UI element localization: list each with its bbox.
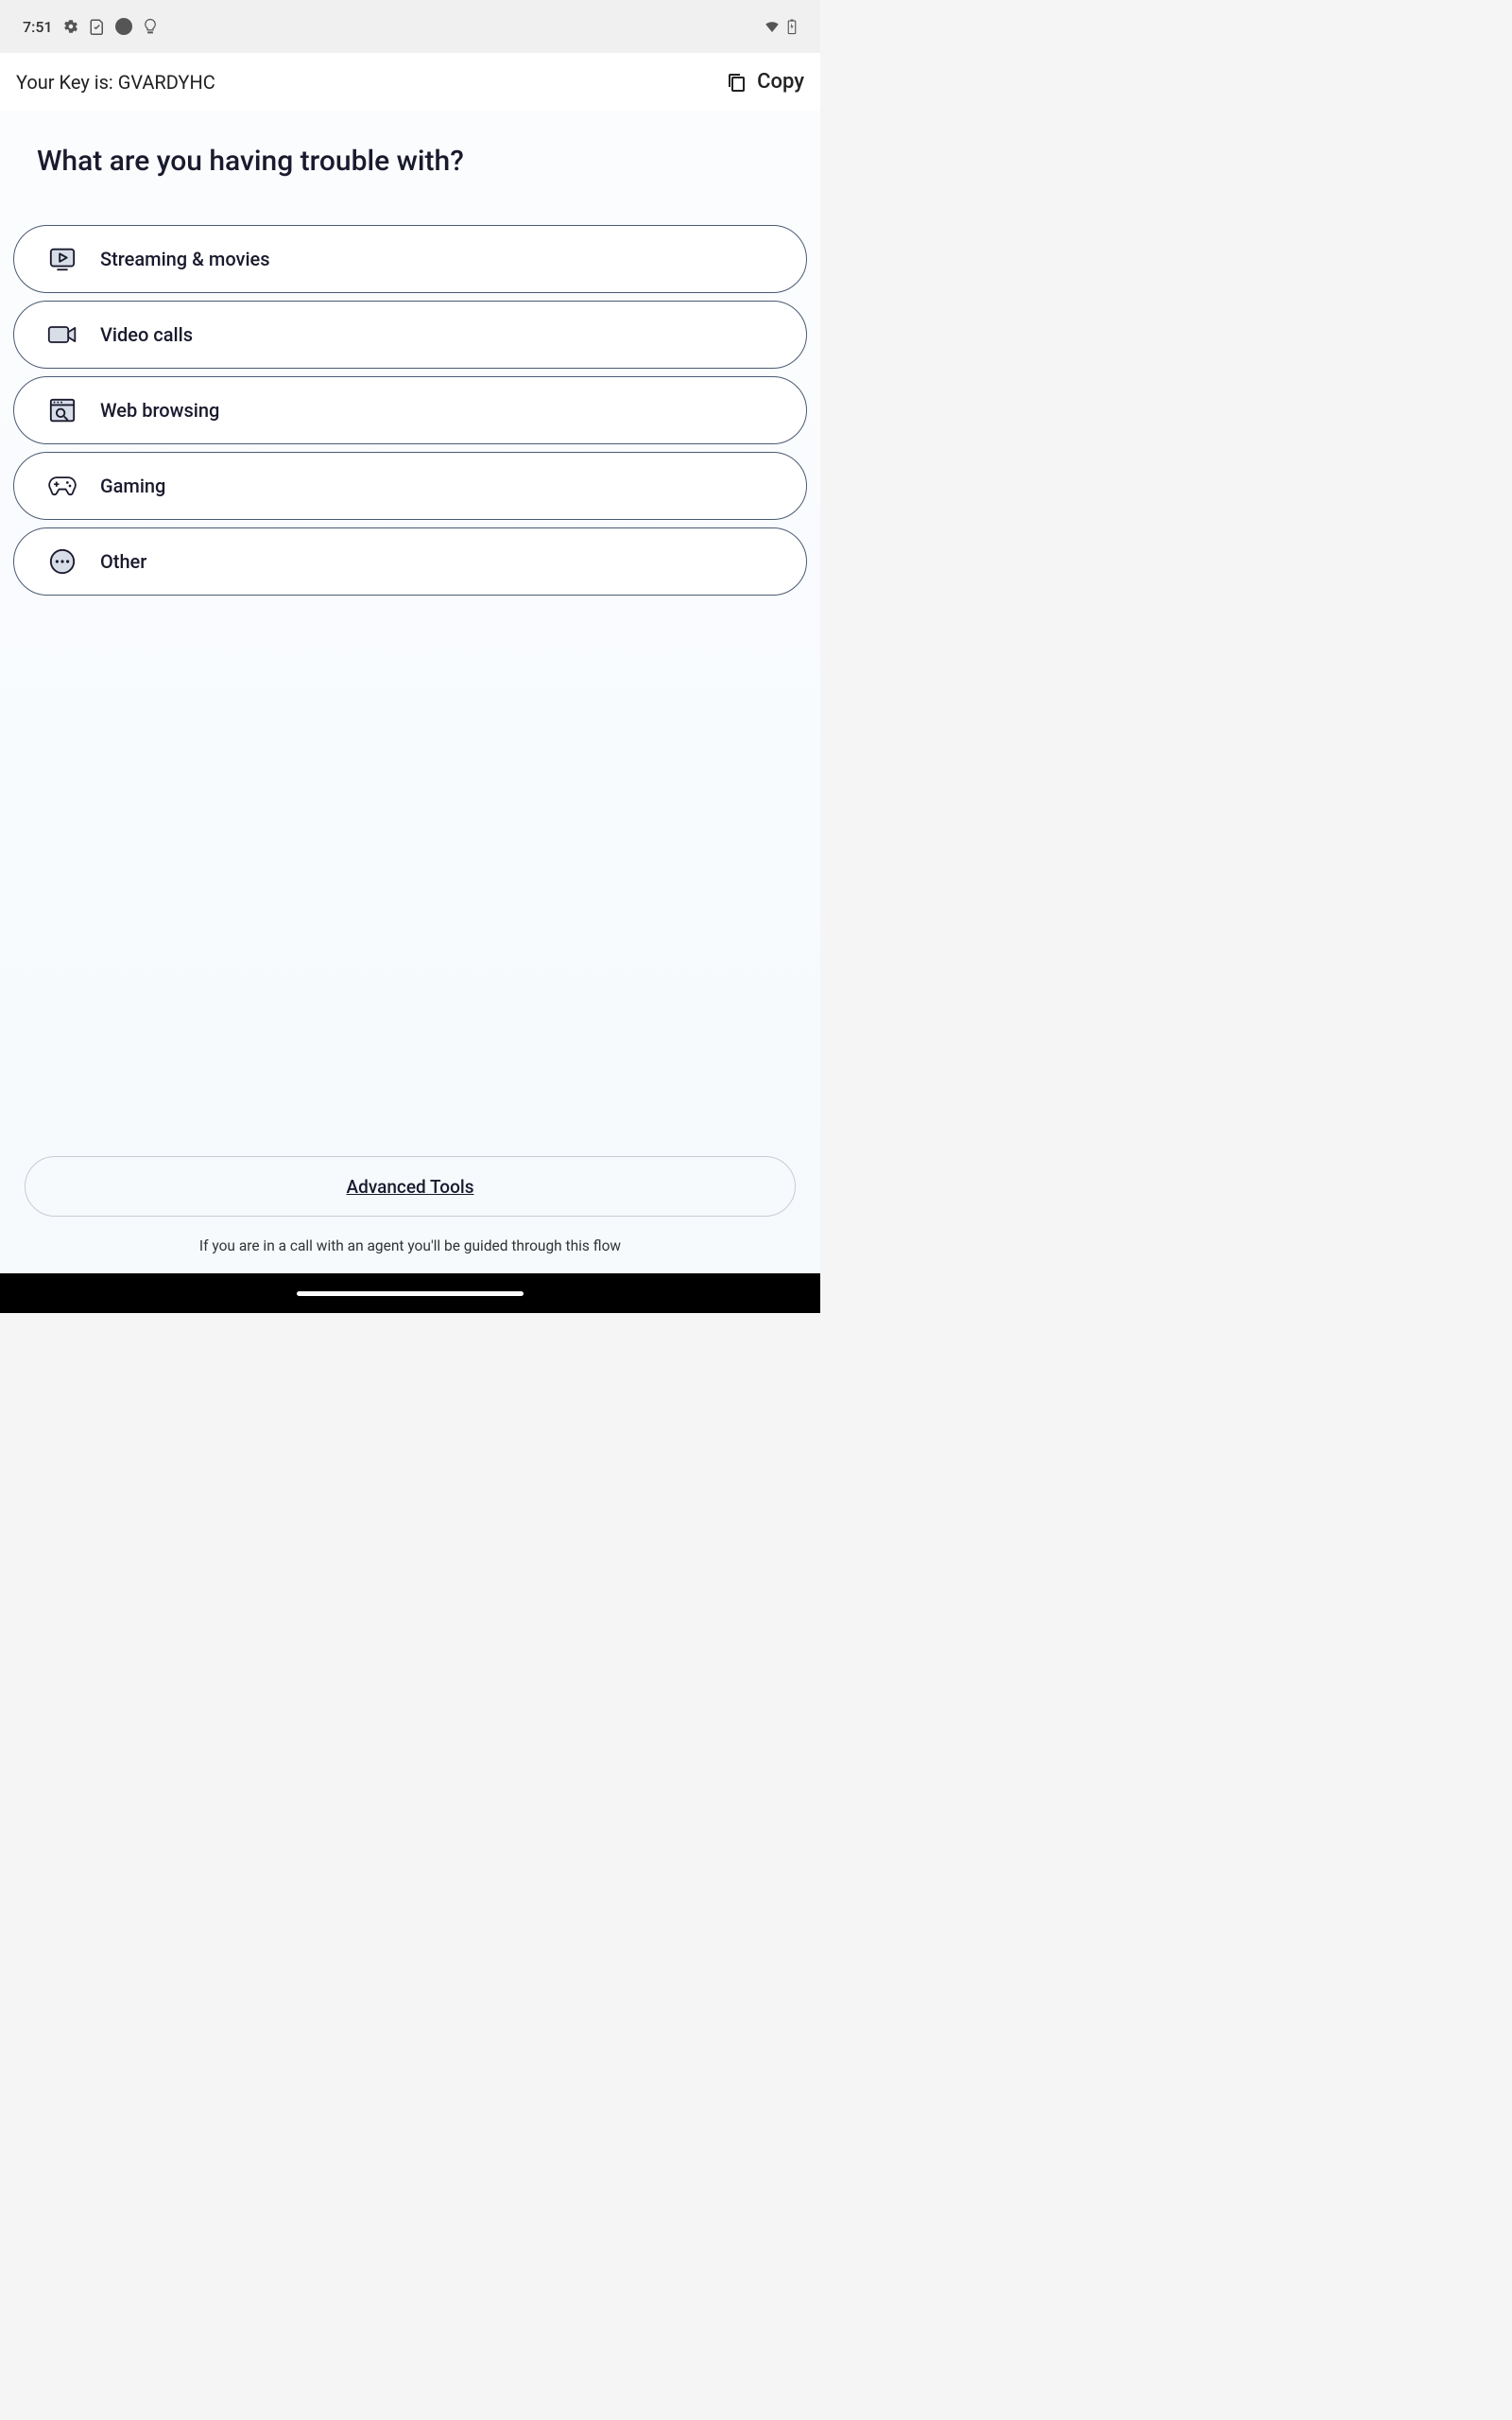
checklist-icon	[89, 18, 106, 35]
option-gaming[interactable]: Gaming	[13, 452, 807, 520]
key-bar: Your Key is: GVARDYHC Copy	[0, 53, 820, 111]
play-display-icon	[47, 244, 77, 274]
option-label: Video calls	[100, 323, 193, 346]
settings-icon	[62, 18, 79, 35]
key-value: GVARDYHC	[118, 71, 215, 94]
page-title: What are you having trouble with?	[37, 145, 807, 178]
lightbulb-icon	[142, 18, 159, 35]
option-video-calls[interactable]: Video calls	[13, 301, 807, 369]
copy-label: Copy	[757, 70, 804, 94]
status-dot-icon	[115, 18, 132, 35]
battery-icon	[786, 18, 798, 35]
copy-button[interactable]: Copy	[725, 70, 804, 94]
main-area: What are you having trouble with? Stream…	[0, 111, 820, 1273]
advanced-tools-button[interactable]: Advanced Tools	[25, 1156, 796, 1217]
browser-search-icon	[47, 395, 77, 425]
option-web-browsing[interactable]: Web browsing	[13, 376, 807, 444]
key-display: Your Key is: GVARDYHC	[16, 71, 215, 94]
bottom-area: Advanced Tools If you are in a call with…	[13, 1156, 807, 1273]
game-controller-icon	[47, 471, 77, 501]
wifi-icon	[764, 18, 781, 35]
option-label: Other	[100, 550, 146, 573]
video-camera-icon	[47, 320, 77, 350]
option-other[interactable]: Other	[13, 527, 807, 596]
option-list: Streaming & movies Video calls	[13, 225, 807, 596]
option-label: Gaming	[100, 475, 165, 497]
advanced-tools-label: Advanced Tools	[347, 1176, 474, 1198]
system-nav-bar[interactable]	[0, 1273, 820, 1313]
status-bar-right	[764, 18, 798, 35]
key-label-prefix: Your Key is:	[16, 71, 118, 94]
status-bar: 7:51	[0, 0, 820, 53]
status-time: 7:51	[23, 18, 53, 36]
status-bar-left: 7:51	[23, 18, 159, 36]
copy-icon	[725, 71, 747, 94]
ellipsis-circle-icon	[47, 546, 77, 577]
option-label: Web browsing	[100, 399, 219, 422]
option-label: Streaming & movies	[100, 248, 270, 270]
guide-text: If you are in a call with an agent you'l…	[25, 1237, 796, 1254]
option-streaming-movies[interactable]: Streaming & movies	[13, 225, 807, 293]
nav-handle[interactable]	[297, 1291, 524, 1296]
